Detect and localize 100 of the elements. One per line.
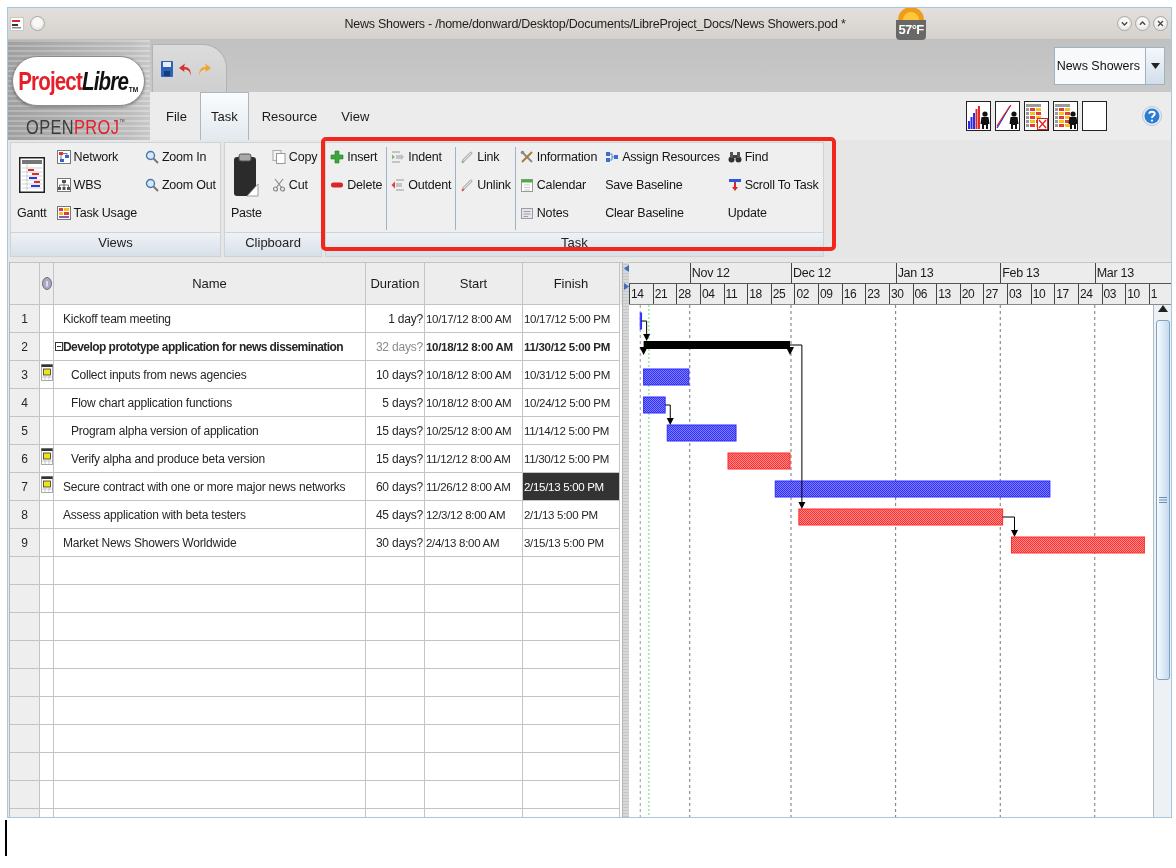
app-icon[interactable] bbox=[10, 16, 24, 31]
minus-box-icon[interactable] bbox=[55, 342, 63, 351]
grip-icon bbox=[1158, 497, 1167, 503]
blank-view-icon[interactable] bbox=[1082, 101, 1107, 131]
magnifier-icon bbox=[144, 178, 159, 192]
ribbon-button[interactable]: Zoom Out bbox=[144, 171, 216, 199]
table-cell: 15 days? bbox=[366, 445, 425, 473]
ribbon-button[interactable]: Find bbox=[727, 143, 819, 171]
row-number: 1 bbox=[10, 305, 40, 333]
column-header[interactable]: Duration bbox=[366, 263, 425, 305]
outdent-icon bbox=[391, 178, 406, 192]
week-label: 13 bbox=[936, 284, 960, 304]
tree-diagram-icon bbox=[56, 178, 71, 192]
month-label: Feb 13 bbox=[1000, 263, 1095, 283]
task-bar[interactable] bbox=[639, 312, 643, 330]
week-label: 10 bbox=[1030, 284, 1055, 304]
month-label: Jan 13 bbox=[895, 263, 1001, 283]
task-name[interactable]: Secure contract with one or more major news networks bbox=[63, 479, 346, 494]
ribbon-button[interactable]: Outdent bbox=[391, 171, 452, 199]
week-label: 27 bbox=[983, 284, 1007, 304]
task-name[interactable]: Assess application with beta testers bbox=[63, 507, 246, 522]
minimize-icon[interactable] bbox=[1117, 16, 1132, 31]
ribbon-button[interactable]: Scroll To Task bbox=[727, 171, 819, 199]
maximize-icon[interactable] bbox=[1135, 16, 1150, 31]
vertical-scrollbar[interactable] bbox=[1153, 305, 1171, 817]
menu-tab[interactable]: Task bbox=[199, 92, 249, 140]
task-name[interactable]: Kickoff team meeting bbox=[63, 311, 171, 326]
ribbon-button[interactable]: Link bbox=[460, 143, 511, 171]
table-cell: 1 day? bbox=[366, 305, 425, 333]
row-number: 2 bbox=[10, 333, 40, 361]
menu-tab[interactable]: View bbox=[330, 92, 381, 140]
ribbon-button[interactable]: Notes bbox=[519, 199, 598, 227]
ribbon-button[interactable]: Network bbox=[56, 143, 137, 171]
ribbon-button[interactable]: Clear Baseline bbox=[605, 199, 720, 227]
ribbon-button[interactable]: Calendar bbox=[519, 171, 598, 199]
menu-tab[interactable]: Resource bbox=[250, 92, 329, 140]
table-cell: 12/3/12 8:00 AM bbox=[425, 501, 523, 529]
gantt-chart-icon bbox=[18, 157, 45, 193]
column-header[interactable]: Start bbox=[425, 263, 523, 305]
ribbon-button[interactable]: Zoom In bbox=[144, 143, 216, 171]
column-header[interactable]: Finish bbox=[523, 263, 620, 305]
week-label: 11 bbox=[723, 284, 748, 304]
network-diagram-icon bbox=[56, 150, 71, 164]
column-header[interactable]: Name bbox=[54, 263, 366, 305]
week-label: 25 bbox=[770, 284, 795, 304]
scissors-icon bbox=[271, 178, 286, 192]
task-name[interactable]: Market News Showers Worldwide bbox=[63, 535, 237, 550]
window-title: News Showers - /home/donward/Desktop/Documents/LibreProject_Docs/News Showers.pod * bbox=[344, 16, 846, 31]
ribbon-button[interactable]: Save Baseline bbox=[605, 171, 720, 199]
row-number: 5 bbox=[10, 417, 40, 445]
ribbon-button[interactable]: WBS bbox=[56, 171, 137, 199]
table-cell: 10/18/12 8:00 AM bbox=[425, 389, 523, 417]
task-name[interactable]: Verify alpha and produce beta version bbox=[71, 451, 266, 466]
ribbon-button[interactable]: Unlink bbox=[460, 171, 511, 199]
month-label: Mar 13 bbox=[1094, 263, 1171, 283]
table-delete-icon[interactable] bbox=[1024, 101, 1049, 131]
ribbon-button[interactable]: Delete bbox=[330, 171, 383, 199]
clipboard-icon bbox=[233, 153, 260, 197]
table-cell: 5 days? bbox=[366, 389, 425, 417]
week-label: 03 bbox=[1007, 284, 1031, 304]
week-label: 04 bbox=[699, 284, 724, 304]
ribbon-button[interactable]: Gantt bbox=[15, 143, 49, 227]
week-label: 24 bbox=[1077, 284, 1102, 304]
pencil-icon bbox=[460, 150, 475, 164]
ribbon-button[interactable]: Assign Resources bbox=[605, 143, 720, 171]
ribbon-button[interactable]: Insert bbox=[330, 143, 383, 171]
task-name[interactable]: Flow chart application functions bbox=[71, 395, 233, 410]
scrollbar-thumb[interactable] bbox=[1155, 320, 1170, 680]
project-select[interactable]: News Showers bbox=[1053, 47, 1165, 85]
help-icon[interactable] bbox=[1142, 105, 1162, 127]
binoculars-icon bbox=[727, 150, 742, 164]
ribbon-button[interactable]: Update bbox=[727, 199, 819, 227]
table-cell: 11/14/12 5:00 PM bbox=[523, 417, 620, 445]
task-name[interactable]: Collect inputs from news agencies bbox=[71, 367, 247, 382]
ribbon-button[interactable]: Task Usage bbox=[56, 199, 137, 227]
ribbon-button[interactable]: Copy bbox=[271, 143, 318, 171]
ribbon-button[interactable]: Indent bbox=[391, 143, 452, 171]
table-person-icon[interactable] bbox=[1053, 101, 1078, 131]
ribbon-button[interactable]: Cut bbox=[271, 171, 318, 199]
bar-chart-person-icon[interactable] bbox=[966, 101, 991, 131]
table-cell: 60 days? bbox=[366, 473, 425, 501]
indent-icon bbox=[391, 150, 406, 164]
magnifier-icon bbox=[144, 150, 159, 164]
task-name[interactable]: Develop prototype application for news dissemination bbox=[63, 339, 344, 354]
summary-bar[interactable] bbox=[639, 341, 794, 355]
task-name[interactable]: Program alpha version of application bbox=[71, 423, 259, 438]
usage-grid-icon bbox=[56, 206, 71, 220]
table-cell: 30 days? bbox=[366, 529, 425, 557]
row-number: 6 bbox=[10, 445, 40, 473]
week-label: 02 bbox=[794, 284, 818, 304]
ribbon-button[interactable]: Information bbox=[519, 143, 598, 171]
week-label: 03 bbox=[1101, 284, 1126, 304]
week-label: 28 bbox=[676, 284, 700, 304]
close-icon[interactable] bbox=[1153, 16, 1168, 31]
line-chart-person-icon[interactable] bbox=[995, 101, 1020, 131]
scroll-to-task-icon bbox=[727, 178, 742, 192]
table-cell: 3/15/13 5:00 PM bbox=[523, 529, 620, 557]
ribbon-button[interactable]: Paste bbox=[228, 143, 264, 227]
month-label: Nov 12 bbox=[689, 263, 791, 283]
menu-tab[interactable]: File bbox=[155, 92, 198, 140]
